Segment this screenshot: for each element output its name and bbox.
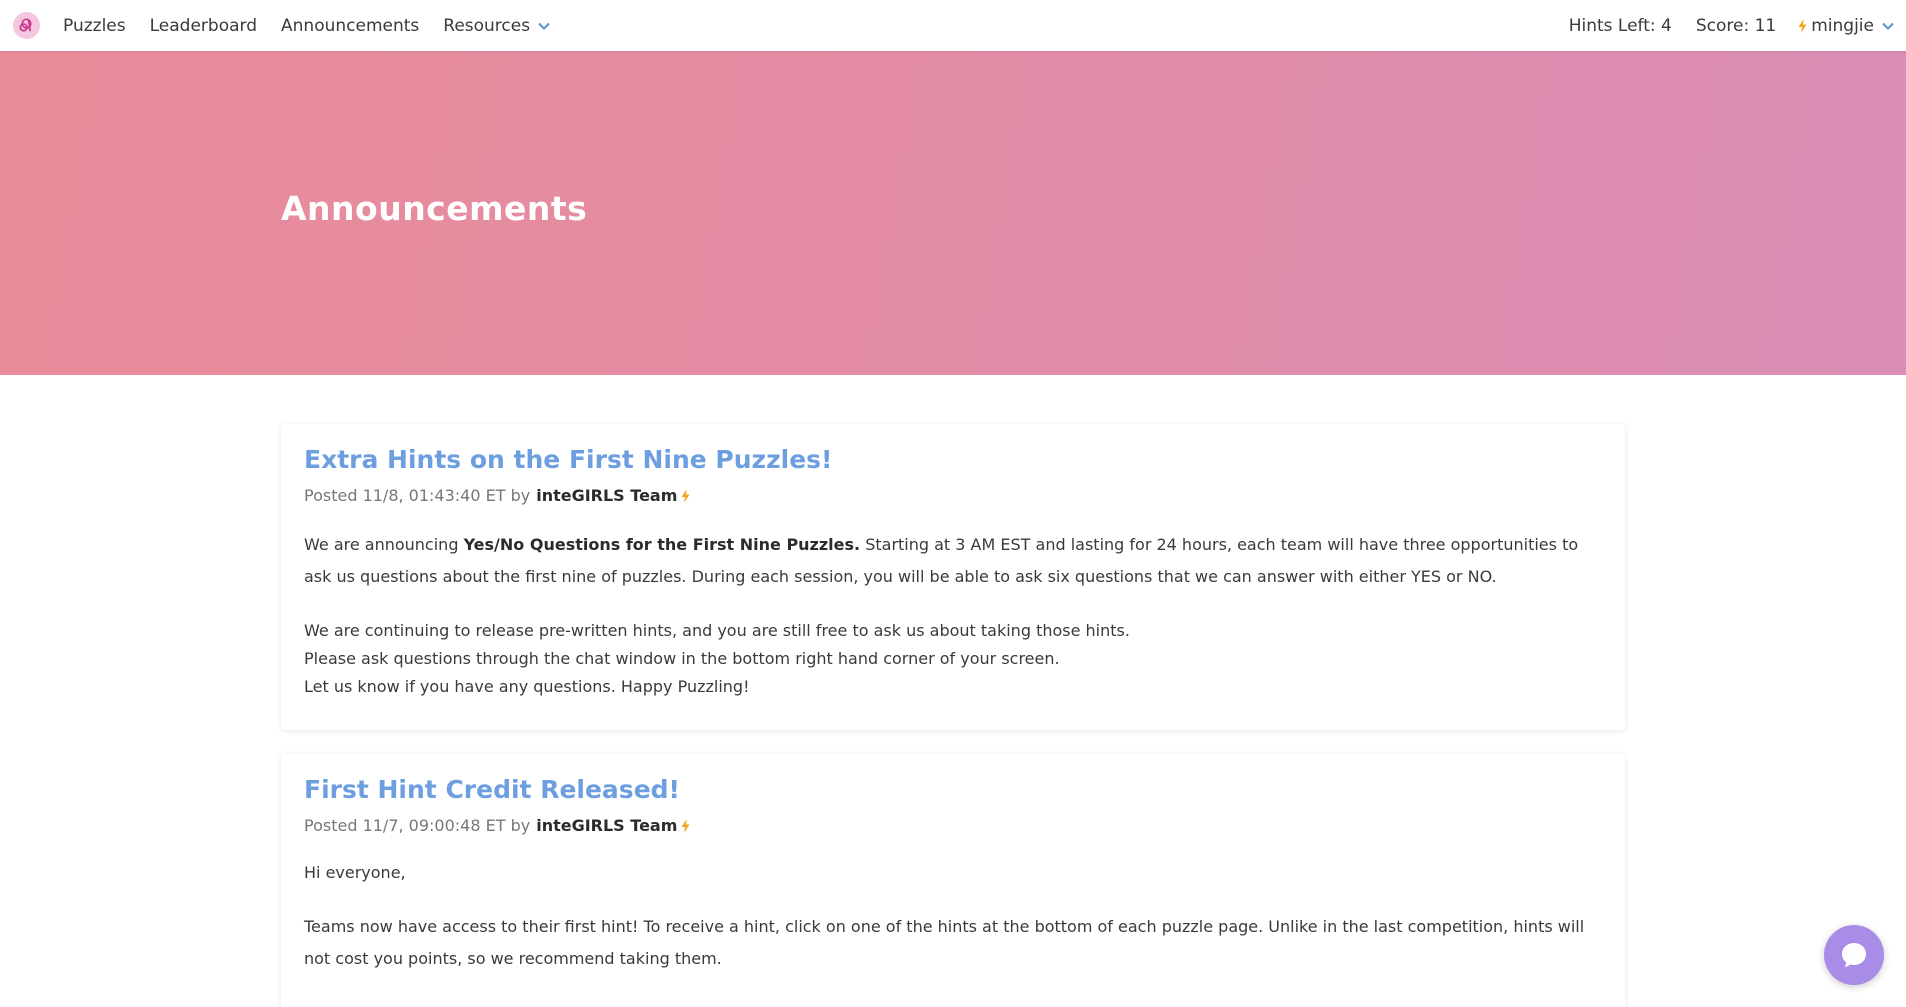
announcement-line: We are continuing to release pre-written… (304, 621, 1130, 640)
site-logo-icon[interactable] (13, 12, 40, 39)
nav-item-leaderboard[interactable]: Leaderboard (150, 16, 257, 36)
nav-item-resources-label: Resources (443, 15, 531, 36)
username: mingjie (1811, 15, 1874, 36)
announcement-title[interactable]: Extra Hints on the First Nine Puzzles! (304, 445, 1602, 474)
lightning-bolt-icon (1798, 18, 1807, 33)
lightning-bolt-icon (681, 818, 690, 833)
page-title: Announcements (281, 189, 588, 228)
announcement-author: inteGIRLS Team (536, 486, 678, 505)
announcement-body: We are announcing Yes/No Questions for t… (304, 529, 1602, 701)
announcement-meta: Posted 11/8, 01:43:40 ET by inteGIRLS Te… (304, 486, 1602, 505)
chat-launcher-button[interactable] (1824, 925, 1884, 985)
announcement-line: Please ask questions through the chat wi… (304, 649, 1060, 668)
announcement-meta: Posted 11/7, 09:00:48 ET by inteGIRLS Te… (304, 816, 1602, 835)
announcement-card: Extra Hints on the First Nine Puzzles! P… (281, 424, 1625, 730)
posted-timestamp: Posted 11/8, 01:43:40 ET by (304, 486, 531, 505)
chevron-down-icon (1882, 22, 1894, 30)
nav-item-puzzles[interactable]: Puzzles (63, 16, 126, 36)
chevron-down-icon (538, 22, 550, 30)
announcement-greeting: Hi everyone, (304, 863, 406, 882)
nav-item-announcements[interactable]: Announcements (281, 16, 419, 36)
chat-bubble-icon (1842, 943, 1866, 968)
announcement-body: Hi everyone, Teams now have access to th… (304, 859, 1602, 975)
announcement-author: inteGIRLS Team (536, 816, 678, 835)
nav-item-resources[interactable]: Resources (443, 16, 550, 36)
hero-banner: Announcements (0, 51, 1906, 375)
top-navbar: Puzzles Leaderboard Announcements Resour… (0, 0, 1906, 51)
nav-links: Puzzles Leaderboard Announcements Resour… (63, 0, 574, 51)
score-counter: Score: 11 (1695, 15, 1777, 36)
bold-highlight: Yes/No Questions for the First Nine Puzz… (463, 535, 861, 554)
user-menu[interactable]: mingjie (1798, 16, 1894, 36)
announcement-paragraph: Teams now have access to their first hin… (304, 917, 1585, 968)
announcement-title[interactable]: First Hint Credit Released! (304, 775, 1602, 804)
nav-status: Hints Left: 4 Score: 11 mingjie (1545, 0, 1894, 51)
announcement-line: Let us know if you have any questions. H… (304, 677, 750, 696)
lightning-bolt-icon (681, 488, 690, 503)
announcement-paragraph: We are announcing Yes/No Questions for t… (304, 535, 1579, 586)
announcement-card: First Hint Credit Released! Posted 11/7,… (281, 754, 1625, 1007)
posted-timestamp: Posted 11/7, 09:00:48 ET by (304, 816, 531, 835)
hints-left-counter: Hints Left: 4 (1568, 15, 1672, 36)
